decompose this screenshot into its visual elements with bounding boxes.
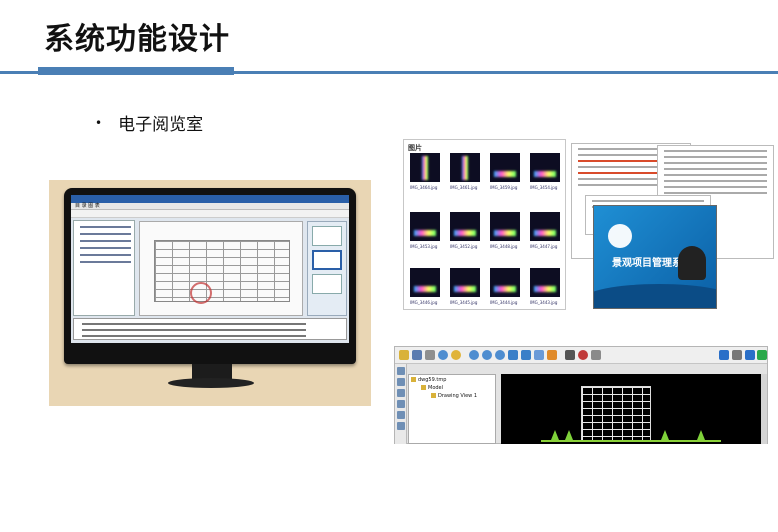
gallery-thumbnail [410, 268, 440, 297]
play-icon[interactable] [757, 350, 767, 360]
tree-symbol [697, 430, 705, 440]
thumbnail-caption: IMG_3454.jpg [530, 185, 558, 190]
select-cursor-icon[interactable] [565, 350, 575, 360]
person-figure-icon [678, 246, 706, 280]
gallery-label: 图片 [408, 144, 422, 152]
red-seal-icon [190, 282, 212, 304]
thumbnail-caption: IMG_3459.jpg [490, 185, 518, 190]
first-page-icon[interactable] [719, 350, 729, 360]
gallery-thumbnail [450, 153, 480, 182]
print-icon[interactable] [425, 350, 435, 360]
cad-vertical-scrollbar[interactable] [761, 374, 767, 444]
screen-toolbar [71, 210, 349, 218]
screen-log-panel [73, 318, 347, 340]
save-icon[interactable] [412, 350, 422, 360]
splash-wave [594, 284, 716, 308]
image-gallery: 图片 IMG_3464.jpg IMG_3461.jpg IMG_3459.jp… [403, 139, 566, 310]
screen-thumbnail-panel [307, 221, 347, 316]
zoom-in-icon[interactable] [469, 350, 479, 360]
side-tool-icon[interactable] [397, 422, 405, 430]
cad-drawing-view[interactable] [501, 374, 765, 444]
gallery-thumbnail [450, 268, 480, 297]
cad-viewer: dwg59.tmp Model Drawing View 1 [394, 346, 768, 444]
refresh-icon[interactable] [508, 350, 518, 360]
thumbnail-caption: IMG_3445.jpg [450, 300, 478, 305]
thumbnail-caption: IMG_3464.jpg [410, 185, 438, 190]
thumbnail-caption: IMG_3447.jpg [530, 244, 558, 249]
thumbnail-caption: IMG_3446.jpg [410, 300, 438, 305]
search-icon[interactable] [438, 350, 448, 360]
side-tool-icon[interactable] [397, 367, 405, 375]
screen-document-view [139, 221, 303, 316]
thumbnail-caption: IMG_3444.jpg [490, 300, 518, 305]
side-tool-icon[interactable] [397, 389, 405, 397]
gallery-thumbnail [410, 212, 440, 241]
folder-icon [421, 385, 426, 390]
monitor-base [168, 378, 254, 388]
thumbnail-caption: IMG_3448.jpg [490, 244, 518, 249]
gallery-thumbnail [450, 212, 480, 241]
bullet-item: • 电子阅览室 [95, 110, 203, 135]
gallery-thumbnail [490, 268, 520, 297]
gallery-thumbnail [490, 212, 520, 241]
gallery-thumbnail [530, 268, 560, 297]
side-tool-icon[interactable] [397, 411, 405, 419]
gallery-thumbnail [530, 212, 560, 241]
bullet-text: 电子阅览室 [118, 115, 204, 135]
thumbnail-caption: IMG_3443.jpg [530, 300, 558, 305]
document-table [154, 240, 290, 302]
pan-icon[interactable] [521, 350, 531, 360]
folder-icon [411, 377, 416, 382]
building-elevation-drawing [581, 386, 651, 442]
system-splash-screen: 景观项目管理系统 [593, 205, 717, 309]
tree-symbol [661, 430, 669, 440]
stop-icon[interactable] [732, 350, 742, 360]
system-logo-icon [608, 224, 632, 248]
screen-tree-panel [73, 220, 135, 316]
tree-node-model[interactable]: Model [421, 385, 443, 391]
documents-collage: 景观项目管理系统 [571, 143, 775, 311]
gallery-thumbnail [410, 153, 440, 182]
drawing-icon [431, 393, 436, 398]
cad-side-toolbar [395, 364, 407, 444]
gallery-thumbnail [530, 153, 560, 182]
title-underline-accent [38, 67, 234, 75]
thumbnail-caption: IMG_3461.jpg [450, 185, 478, 190]
monitor-screen: 目 录 图 表 [71, 195, 349, 343]
screen-titlebar [71, 195, 349, 203]
properties-icon[interactable] [591, 350, 601, 360]
slide-title: 系统功能设计 [44, 22, 230, 57]
side-tool-icon[interactable] [397, 378, 405, 386]
layers-icon[interactable] [547, 350, 557, 360]
zoom-window-icon[interactable] [495, 350, 505, 360]
thumbnail-caption: IMG_3453.jpg [410, 244, 438, 249]
monitor-image: 目 录 图 表 [64, 188, 356, 364]
tree-node-root[interactable]: dwg59.tmp [411, 377, 446, 383]
tree-symbol [551, 430, 559, 440]
3d-view-icon[interactable] [534, 350, 544, 360]
gallery-thumbnail [490, 153, 520, 182]
ground-line [541, 440, 721, 442]
thumbnail-caption: IMG_3452.jpg [450, 244, 478, 249]
last-page-icon[interactable] [745, 350, 755, 360]
palette-icon[interactable] [578, 350, 588, 360]
open-folder-icon[interactable] [399, 350, 409, 360]
bullet-dot-icon: • [95, 115, 103, 130]
help-icon[interactable] [451, 350, 461, 360]
screen-menubar: 目 录 图 表 [71, 203, 349, 210]
cad-tree-panel: dwg59.tmp Model Drawing View 1 [408, 374, 496, 444]
tree-symbol [565, 430, 573, 440]
cad-toolbar [395, 347, 767, 364]
tree-node-drawing-view[interactable]: Drawing View 1 [431, 393, 477, 399]
zoom-out-icon[interactable] [482, 350, 492, 360]
side-tool-icon[interactable] [397, 400, 405, 408]
